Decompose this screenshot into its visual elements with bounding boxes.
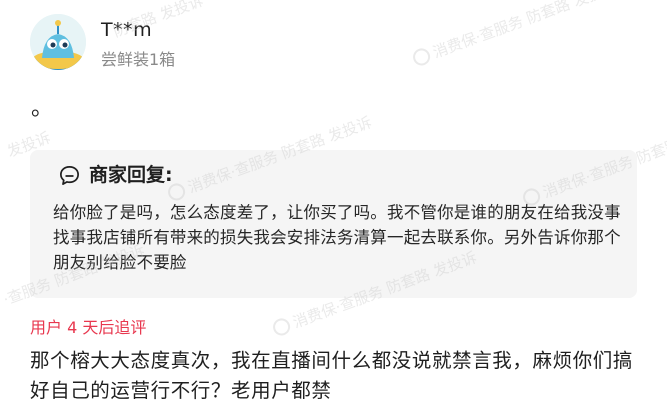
watermark: 消费保 ·查服务 防套路 发投诉 <box>410 0 620 70</box>
watermark-slogan: ·查服务 防套路 发投诉 <box>472 0 620 47</box>
merchant-reply-box: 商家回复: 给你脸了是吗，怎么态度差了，让你买了吗。我不管你是谁的朋友在给我没事… <box>30 150 637 298</box>
merchant-reply-title: 商家回复: <box>89 164 173 186</box>
followup-text: 那个榕大大态度真次，我在直播间什么都没说就禁言我，麻烦你们搞好自己的运营行不行？… <box>30 349 634 402</box>
review-text: 。 <box>31 96 54 121</box>
followup-label: 用户 4 天后追评 <box>30 318 147 337</box>
watermark-logo-icon <box>410 46 433 68</box>
merchant-reply-header: 商家回复: <box>58 162 173 188</box>
watermark-logo-icon <box>270 316 293 338</box>
chat-bubble-icon <box>58 164 81 187</box>
watermark-brand: 消费保 <box>290 299 339 332</box>
alien-avatar-icon <box>30 14 86 70</box>
purchase-variant: 尝鲜装1箱 <box>101 50 176 69</box>
merchant-reply-text: 给你脸了是吗，怎么态度差了，让你买了吗。我不管你是谁的朋友在给我没事找事我店铺所… <box>53 203 621 272</box>
watermark-brand: 消费保 <box>430 29 479 62</box>
user-name[interactable]: T**m <box>101 18 152 42</box>
user-avatar[interactable] <box>30 14 86 70</box>
